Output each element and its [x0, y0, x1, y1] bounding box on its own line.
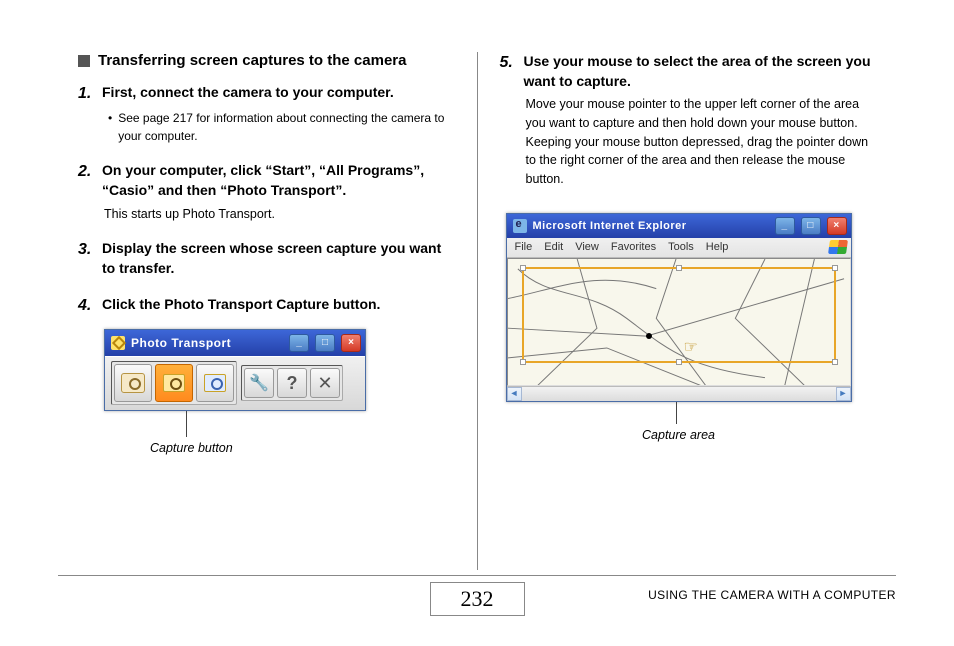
- scroll-track[interactable]: [522, 387, 836, 401]
- viewport[interactable]: ☞: [507, 258, 851, 386]
- menu-file[interactable]: File: [515, 241, 533, 253]
- step-3: 3. Display the screen whose screen captu…: [78, 239, 455, 278]
- scroll-left-button[interactable]: ◄: [507, 387, 522, 401]
- callout-line: [506, 402, 877, 428]
- section-title-text: Transferring screen captures to the came…: [98, 52, 406, 69]
- windows-flag-icon: [828, 240, 848, 254]
- map-marker-icon: [646, 333, 652, 339]
- selection-rectangle: [522, 267, 836, 363]
- step-number: 4.: [78, 295, 96, 317]
- figure-caption: Capture button: [104, 441, 366, 455]
- exit-button[interactable]: ✕: [310, 368, 340, 398]
- step-number: 2.: [78, 161, 96, 200]
- bullet-text: See page 217 for information about conne…: [118, 109, 454, 145]
- footer-rule: [58, 575, 896, 576]
- settings-button[interactable]: 🔧: [244, 368, 274, 398]
- page-footer: 232 USING THE CAMERA WITH A COMPUTER: [58, 575, 896, 616]
- app-icon: [111, 336, 125, 350]
- step-title: On your computer, click “Start”, “All Pr…: [102, 161, 455, 200]
- step-4: 4. Click the Photo Transport Capture but…: [78, 295, 455, 455]
- menu-view[interactable]: View: [575, 241, 599, 253]
- content-columns: Transferring screen captures to the came…: [58, 52, 896, 570]
- menu-bar: File Edit View Favorites Tools Help: [507, 238, 851, 258]
- step-body: Move your mouse pointer to the upper lef…: [526, 95, 877, 189]
- right-column: 5. Use your mouse to select the area of …: [480, 52, 897, 570]
- step-title: Click the Photo Transport Capture button…: [102, 295, 380, 317]
- window-titlebar: Photo Transport _ □ ×: [105, 330, 365, 356]
- step-number: 5.: [500, 52, 518, 91]
- step-body: This starts up Photo Transport.: [104, 205, 455, 224]
- cursor-hand-icon: ☞: [684, 337, 698, 357]
- page-number: 232: [430, 582, 525, 616]
- window-title: Microsoft Internet Explorer: [533, 220, 769, 232]
- toolbar: 🔧 ? ✕: [105, 356, 365, 410]
- figure-caption: Capture area: [506, 428, 852, 442]
- image-button[interactable]: [196, 364, 234, 402]
- ie-logo-icon: [513, 219, 527, 233]
- step-bullet: • See page 217 for information about con…: [108, 109, 455, 145]
- window-titlebar: Microsoft Internet Explorer _ □ ×: [507, 214, 851, 238]
- scroll-right-button[interactable]: ►: [836, 387, 851, 401]
- bullet-dot-icon: •: [108, 109, 112, 145]
- horizontal-scrollbar[interactable]: ◄ ►: [507, 386, 851, 401]
- photo-transport-figure: Photo Transport _ □ × 🔧 ?: [104, 329, 455, 455]
- footer-label: USING THE CAMERA WITH A COMPUTER: [648, 588, 896, 602]
- chip-alt-icon: [204, 374, 226, 392]
- photo-transport-window: Photo Transport _ □ × 🔧 ?: [104, 329, 366, 411]
- section-heading: Transferring screen captures to the came…: [78, 52, 455, 69]
- close-button[interactable]: ×: [827, 217, 847, 235]
- step-title: Display the screen whose screen capture …: [102, 239, 455, 278]
- ie-figure: Microsoft Internet Explorer _ □ × File E…: [506, 213, 877, 442]
- maximize-button[interactable]: □: [801, 217, 821, 235]
- step-1: 1. First, connect the camera to your com…: [78, 83, 455, 145]
- step-5: 5. Use your mouse to select the area of …: [500, 52, 877, 189]
- capture-cluster: [111, 361, 237, 405]
- square-bullet-icon: [78, 55, 90, 67]
- step-number: 3.: [78, 239, 96, 278]
- util-cluster: 🔧 ? ✕: [241, 365, 343, 401]
- help-button[interactable]: ?: [277, 368, 307, 398]
- close-button[interactable]: ×: [341, 334, 361, 352]
- left-column: Transferring screen captures to the came…: [58, 52, 475, 570]
- minimize-button[interactable]: _: [289, 334, 309, 352]
- step-title: First, connect the camera to your comput…: [102, 83, 394, 105]
- ie-window: Microsoft Internet Explorer _ □ × File E…: [506, 213, 852, 402]
- menu-help[interactable]: Help: [706, 241, 729, 253]
- step-title: Use your mouse to select the area of the…: [524, 52, 877, 91]
- callout-line: [104, 411, 366, 441]
- capture-button[interactable]: [155, 364, 193, 402]
- minimize-button[interactable]: _: [775, 217, 795, 235]
- camera-button[interactable]: [114, 364, 152, 402]
- window-title: Photo Transport: [131, 336, 283, 350]
- step-2: 2. On your computer, click “Start”, “All…: [78, 161, 455, 223]
- step-number: 1.: [78, 83, 96, 105]
- chip-icon: [163, 374, 185, 392]
- menu-tools[interactable]: Tools: [668, 241, 694, 253]
- maximize-button[interactable]: □: [315, 334, 335, 352]
- camera-icon: [121, 373, 145, 393]
- column-divider: [477, 52, 478, 570]
- menu-edit[interactable]: Edit: [544, 241, 563, 253]
- menu-favorites[interactable]: Favorites: [611, 241, 656, 253]
